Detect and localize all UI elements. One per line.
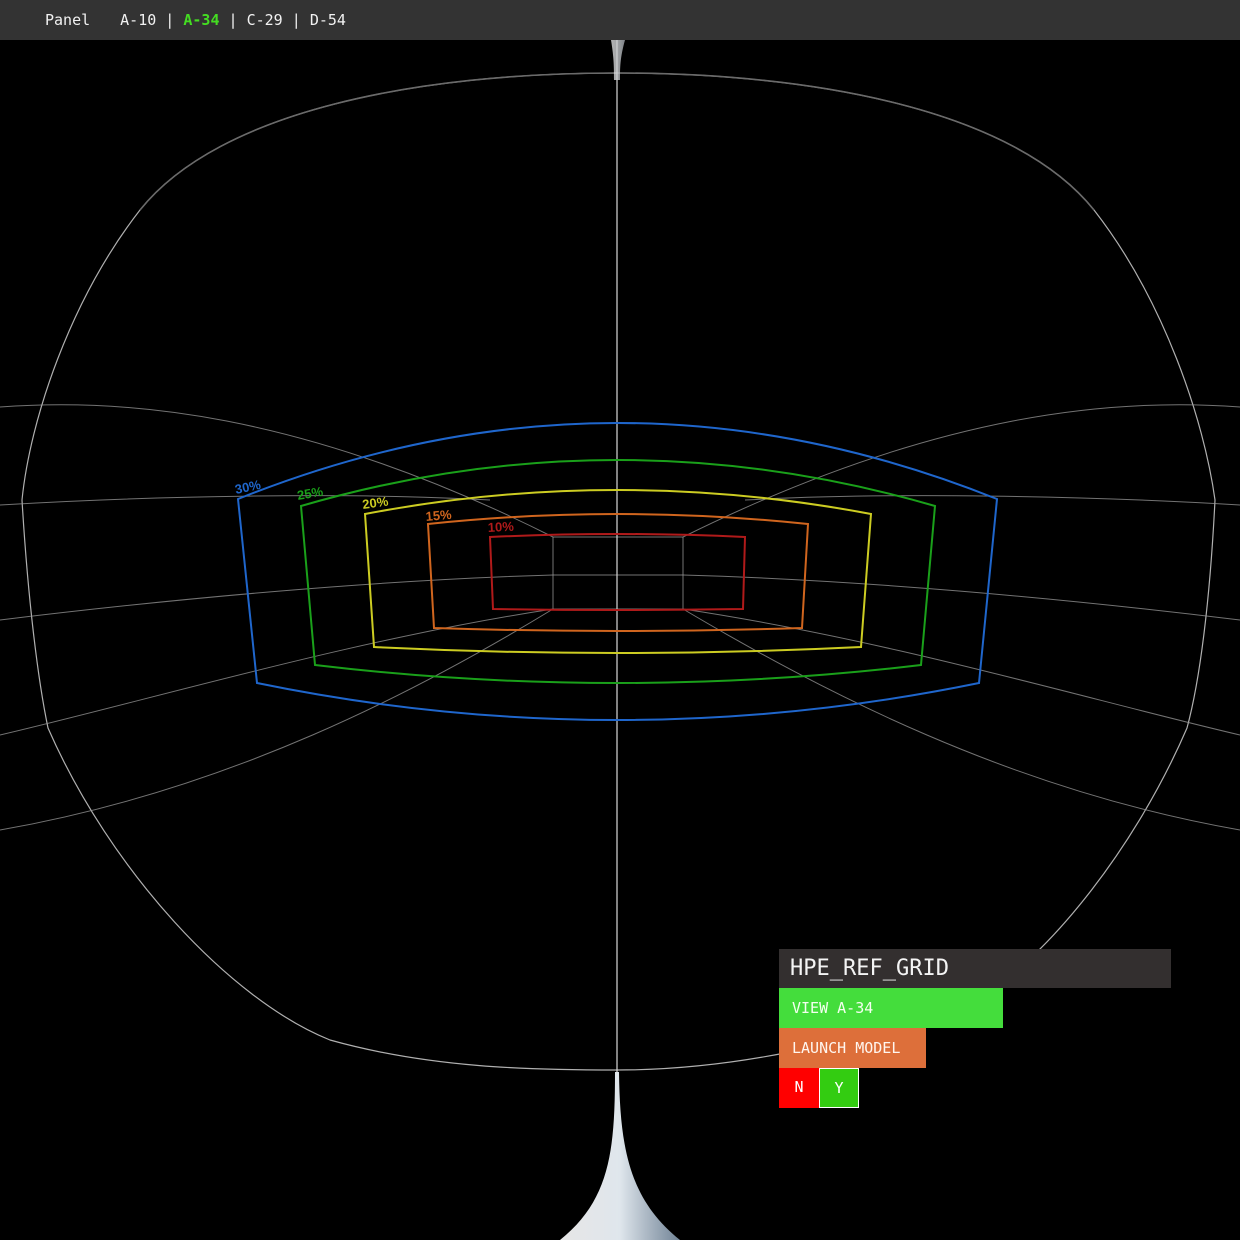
- yes-no-row: N Y: [779, 1068, 1171, 1108]
- percent-rings: 30% 25% 20%15%10%: [234, 422, 999, 721]
- reference-grid-panel: HPE_REF_GRID VIEW A-34 LAUNCH MODEL N Y: [779, 949, 1171, 1108]
- view-button[interactable]: VIEW A-34: [779, 988, 1003, 1028]
- reference-grid-title: HPE_REF_GRID: [779, 949, 1171, 988]
- ring-label-15: 15%: [425, 507, 453, 524]
- tab-separator: |: [156, 11, 184, 29]
- render-viewport[interactable]: 30% 25% 20% 15% 10% HPE_REF_GRID VIEW A-34 L…: [0, 40, 1240, 1240]
- ring-25-percent: [299, 459, 937, 684]
- yes-button[interactable]: Y: [819, 1068, 859, 1108]
- tab-separator: |: [282, 11, 310, 29]
- tab-d-54[interactable]: D-54: [310, 11, 346, 29]
- grid-lines: [0, 404, 1240, 831]
- launch-model-button[interactable]: LAUNCH MODEL: [779, 1028, 926, 1068]
- no-button[interactable]: N: [779, 1068, 819, 1108]
- ring-15-percent: [426, 513, 810, 632]
- tab-c-29[interactable]: C-29: [247, 11, 283, 29]
- tab-a-10[interactable]: A-10: [120, 11, 156, 29]
- top-bar: Panel A-10 | A-34 | C-29 | D-54: [0, 0, 1240, 40]
- bottom-spike: [560, 1072, 680, 1240]
- tab-separator: |: [219, 11, 247, 29]
- top-spike: [611, 40, 625, 80]
- ring-label-20: 20%: [361, 493, 389, 512]
- ring-label-10: 10%: [487, 519, 514, 535]
- ring-label-30: 30%: [234, 477, 263, 497]
- outer-frame: [21, 72, 1216, 1071]
- panel-label: Panel: [45, 11, 91, 29]
- tab-a-34[interactable]: A-34: [183, 11, 219, 29]
